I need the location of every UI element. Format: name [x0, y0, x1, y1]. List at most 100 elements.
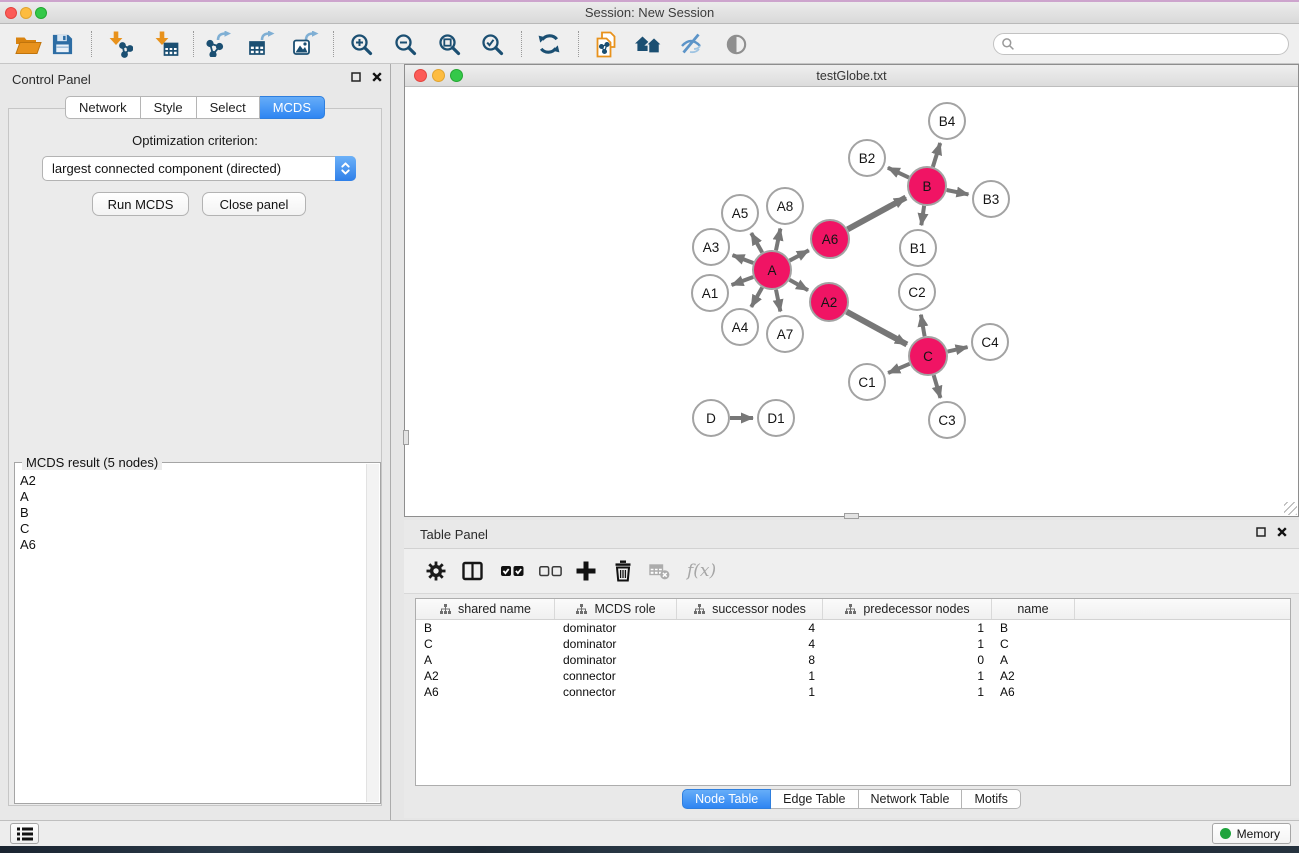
graph-node-A[interactable]: A: [753, 251, 791, 289]
tab-select[interactable]: Select: [197, 96, 260, 119]
graph-node-C1[interactable]: C1: [849, 364, 885, 400]
hide-panel-button[interactable]: [673, 28, 709, 60]
graph-node-A3[interactable]: A3: [693, 229, 729, 265]
tab-network-table[interactable]: Network Table: [859, 789, 963, 809]
result-item[interactable]: A6: [20, 537, 360, 553]
export-network-button[interactable]: [200, 28, 236, 60]
tab-network[interactable]: Network: [65, 96, 141, 119]
zoom-out-button[interactable]: [387, 28, 423, 60]
function-builder-button[interactable]: f(x): [687, 561, 716, 581]
graph-node-A8[interactable]: A8: [767, 188, 803, 224]
graph-node-A4[interactable]: A4: [722, 309, 758, 345]
result-item[interactable]: B: [20, 505, 360, 521]
column-header-successor-nodes[interactable]: successor nodes: [677, 599, 823, 619]
close-panel-button[interactable]: Close panel: [202, 192, 306, 216]
edge-C-C4[interactable]: [948, 347, 968, 352]
tab-style[interactable]: Style: [141, 96, 197, 119]
edge-A-A5[interactable]: [751, 233, 762, 253]
frame-edge-handle-left[interactable]: [403, 430, 409, 445]
graph-node-A1[interactable]: A1: [692, 275, 728, 311]
column-header-name[interactable]: name: [992, 599, 1075, 619]
criterion-dropdown[interactable]: largest connected component (directed): [42, 156, 356, 181]
show-columns-button[interactable]: [462, 562, 483, 581]
table-row[interactable]: Cdominator41C: [416, 636, 1290, 652]
result-item[interactable]: A: [20, 489, 360, 505]
edge-A-A3[interactable]: [733, 255, 754, 263]
task-history-button[interactable]: [10, 823, 39, 844]
edge-A-A4[interactable]: [751, 287, 762, 307]
graph-node-B3[interactable]: B3: [973, 181, 1009, 217]
column-header-predecessor-nodes[interactable]: predecessor nodes: [823, 599, 992, 619]
result-item[interactable]: C: [20, 521, 360, 537]
graph-node-A2[interactable]: A2: [810, 283, 848, 321]
tab-node-table[interactable]: Node Table: [682, 789, 771, 809]
copy-network-button[interactable]: [588, 28, 624, 60]
edge-C-C1[interactable]: [888, 364, 909, 373]
export-image-button[interactable]: [287, 28, 323, 60]
delete-table-button[interactable]: [649, 562, 670, 580]
zoom-selected-button[interactable]: [474, 28, 510, 60]
save-session-button[interactable]: [44, 28, 80, 60]
graph-node-A7[interactable]: A7: [767, 316, 803, 352]
edge-A-A8[interactable]: [776, 229, 780, 251]
zoom-in-button[interactable]: [343, 28, 379, 60]
graph-node-B[interactable]: B: [908, 167, 946, 205]
show-panel-button[interactable]: [718, 28, 754, 60]
import-table-button[interactable]: [148, 28, 184, 60]
network-window-titlebar[interactable]: testGlobe.txt: [405, 65, 1298, 87]
edge-A6-B[interactable]: [848, 198, 906, 230]
result-item[interactable]: A2: [20, 473, 360, 489]
graph-node-C4[interactable]: C4: [972, 324, 1008, 360]
table-options-button[interactable]: [426, 561, 446, 581]
graph-node-C[interactable]: C: [909, 337, 947, 375]
deselect-all-rows-button[interactable]: [539, 566, 562, 577]
graph-node-A6[interactable]: A6: [811, 220, 849, 258]
zoom-window-button[interactable]: [35, 7, 47, 19]
add-column-button[interactable]: [576, 561, 596, 581]
table-row[interactable]: Adominator80A: [416, 652, 1290, 668]
export-table-button[interactable]: [243, 28, 279, 60]
edge-A-A7[interactable]: [776, 290, 780, 312]
float-panel-icon[interactable]: [351, 72, 361, 82]
frame-edge-handle-bottom[interactable]: [844, 513, 859, 519]
minimize-window-button[interactable]: [20, 7, 32, 19]
edge-B-B4[interactable]: [933, 143, 940, 167]
close-panel-icon[interactable]: [372, 72, 382, 82]
graph-node-D1[interactable]: D1: [758, 400, 794, 436]
graph-node-C2[interactable]: C2: [899, 274, 935, 310]
edge-A-A2[interactable]: [789, 280, 808, 290]
table-row[interactable]: A2connector11A2: [416, 668, 1290, 684]
memory-button[interactable]: Memory: [1212, 823, 1291, 844]
tab-motifs[interactable]: Motifs: [962, 789, 1020, 809]
close-panel-icon[interactable]: [1277, 527, 1287, 537]
column-header-shared-name[interactable]: shared name: [416, 599, 555, 619]
edge-B-B2[interactable]: [888, 168, 909, 178]
network-canvas[interactable]: AA1A2A3A4A5A6A7A8BB1B2B3B4CC1C2C3C4DD1: [405, 87, 1298, 516]
graph-node-B1[interactable]: B1: [900, 230, 936, 266]
tab-edge-table[interactable]: Edge Table: [771, 789, 858, 809]
graph-node-C3[interactable]: C3: [929, 402, 965, 438]
table-row[interactable]: A6connector11A6: [416, 684, 1290, 700]
graph-node-A5[interactable]: A5: [722, 195, 758, 231]
import-network-button[interactable]: [102, 28, 138, 60]
edge-A-A6[interactable]: [790, 250, 809, 260]
edge-A-A1[interactable]: [732, 277, 754, 285]
search-field[interactable]: [993, 33, 1289, 55]
run-mcds-button[interactable]: Run MCDS: [92, 192, 189, 216]
select-all-rows-button[interactable]: [501, 566, 524, 577]
refresh-layout-button[interactable]: [531, 28, 567, 60]
close-window-button[interactable]: [5, 7, 17, 19]
delete-columns-button[interactable]: [613, 560, 633, 582]
graph-node-B4[interactable]: B4: [929, 103, 965, 139]
open-file-button[interactable]: [10, 28, 46, 60]
result-scrollbar[interactable]: [366, 464, 379, 802]
edge-B-B1[interactable]: [921, 206, 924, 225]
tab-mcds[interactable]: MCDS: [260, 96, 325, 119]
graph-node-D[interactable]: D: [693, 400, 729, 436]
home-view-button[interactable]: [630, 28, 666, 60]
edge-C-C3[interactable]: [934, 375, 941, 398]
window-resize-grip[interactable]: [1284, 502, 1297, 515]
table-header-row[interactable]: shared nameMCDS rolesuccessor nodesprede…: [416, 599, 1290, 620]
zoom-fit-button[interactable]: [431, 28, 467, 60]
table-row[interactable]: Bdominator41B: [416, 620, 1290, 636]
